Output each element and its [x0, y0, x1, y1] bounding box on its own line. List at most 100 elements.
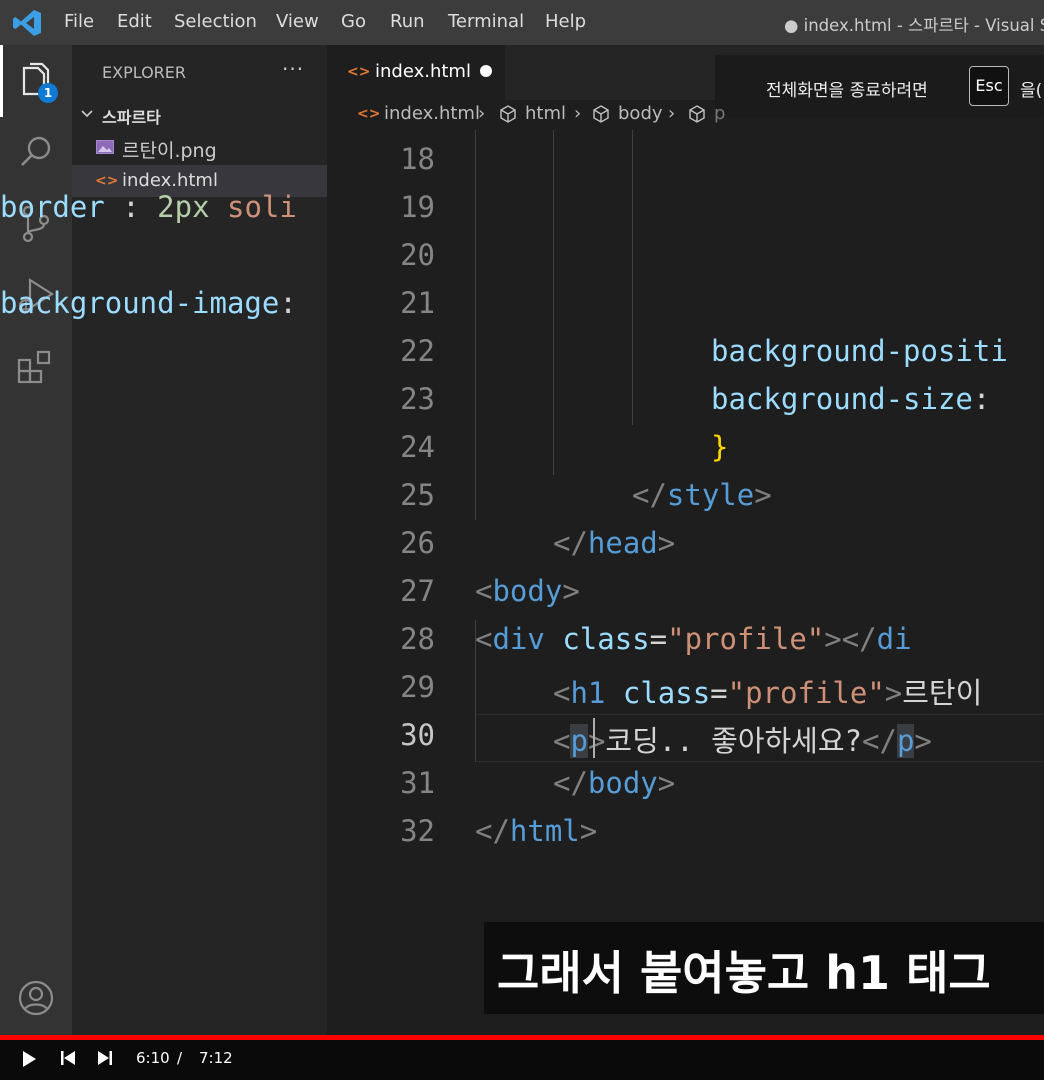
- code-line[interactable]: </head>: [553, 526, 675, 560]
- more-actions-icon[interactable]: ···: [282, 57, 304, 81]
- code-token: :: [972, 382, 1008, 416]
- code-line[interactable]: <h1 class="profile">르탄이: [553, 670, 982, 712]
- explorer-title: EXPLORER: [102, 63, 186, 82]
- unsaved-dot-icon[interactable]: [480, 65, 492, 77]
- next-icon[interactable]: [96, 1050, 114, 1066]
- code-token: di: [876, 622, 912, 656]
- code-token: body: [587, 766, 658, 800]
- html-file-icon: <>: [95, 173, 119, 189]
- total-time: 7:12: [199, 1049, 233, 1067]
- code-line[interactable]: </html>: [475, 814, 597, 848]
- code-token: background-positi: [711, 334, 1008, 368]
- code-token: 2px: [157, 190, 210, 224]
- line-number: 21: [400, 286, 435, 320]
- fullscreen-notice-text: 전체화면을 종료하려면: [766, 81, 928, 101]
- menu-run[interactable]: Run: [390, 11, 425, 32]
- line-number: 18: [400, 142, 435, 176]
- esc-key-badge: Esc: [969, 66, 1009, 106]
- extensions-icon[interactable]: [14, 346, 58, 390]
- line-number: 22: [400, 334, 435, 368]
- chevron-down-icon[interactable]: [80, 107, 94, 121]
- code-token: <: [553, 724, 571, 758]
- line-number: 32: [400, 814, 435, 848]
- tab-label[interactable]: index.html: [375, 61, 471, 82]
- menu-help[interactable]: Help: [545, 11, 586, 32]
- code-line[interactable]: <div class="profile"></di: [475, 622, 912, 656]
- symbol-element-icon: [689, 105, 705, 123]
- code-token: background-size: [711, 382, 973, 416]
- code-line[interactable]: }: [711, 430, 728, 464]
- current-time: 6:10: [136, 1049, 170, 1067]
- code-line[interactable]: background-size:: [711, 382, 1008, 416]
- menu-view[interactable]: View: [276, 11, 319, 32]
- menu-go[interactable]: Go: [341, 11, 366, 32]
- code-token: background-image: [0, 286, 280, 320]
- play-icon[interactable]: [20, 1050, 38, 1068]
- indent-guide: [475, 130, 476, 520]
- folder-name: 스파르타: [102, 108, 161, 127]
- code-token: class: [562, 622, 650, 656]
- code-token: </: [553, 766, 588, 800]
- code-token: >: [579, 814, 598, 848]
- code-line[interactable]: background-positi: [711, 334, 1008, 368]
- code-line[interactable]: border : 2px soli: [0, 190, 297, 224]
- code-line[interactable]: </body>: [553, 766, 675, 800]
- code-token: border: [0, 190, 105, 224]
- code-token: soli: [209, 190, 297, 224]
- code-token: </: [632, 478, 667, 512]
- code-token: <: [475, 622, 493, 656]
- line-number: 27: [400, 574, 435, 608]
- explorer-badge: 1: [38, 83, 58, 103]
- code-token: <: [553, 676, 571, 710]
- symbol-element-icon: [500, 105, 516, 123]
- code-token: >: [562, 574, 580, 608]
- menu-selection[interactable]: Selection: [174, 11, 257, 32]
- code-token: </: [862, 724, 897, 758]
- menu-terminal[interactable]: Terminal: [448, 11, 524, 32]
- indent-guide: [553, 130, 554, 475]
- html-tab-icon: <>: [347, 64, 371, 80]
- line-number: 19: [400, 190, 435, 224]
- code-token: "profile": [727, 676, 885, 710]
- code-token: >: [914, 724, 932, 758]
- code-token: head: [587, 526, 658, 560]
- code-token: ></: [824, 622, 877, 656]
- code-token: p: [896, 724, 915, 758]
- code-token: 르탄이: [902, 676, 983, 710]
- menu-edit[interactable]: Edit: [117, 11, 152, 32]
- line-number: 23: [400, 382, 435, 416]
- code-token: <: [475, 574, 493, 608]
- breadcrumb-separator: ›: [478, 103, 486, 124]
- code-token: </: [553, 526, 588, 560]
- line-number: 29: [400, 670, 435, 704]
- vscode-logo-icon[interactable]: [12, 9, 42, 37]
- breadcrumb-separator: ›: [574, 103, 582, 124]
- code-token: p: [570, 724, 588, 758]
- line-number: 24: [400, 430, 435, 464]
- code-line[interactable]: <body>: [475, 574, 580, 608]
- code-token: div: [492, 622, 545, 656]
- menu-file[interactable]: File: [64, 11, 94, 32]
- breadcrumb-html[interactable]: html: [525, 103, 566, 124]
- breadcrumb-separator: ›: [668, 103, 676, 124]
- search-icon[interactable]: [14, 130, 58, 174]
- code-token: =: [710, 676, 728, 710]
- code-line[interactable]: background-image:: [0, 286, 297, 320]
- previous-icon[interactable]: [59, 1050, 77, 1066]
- line-number: 25: [400, 478, 435, 512]
- breadcrumb-body[interactable]: body: [618, 103, 663, 124]
- line-number: 30: [400, 718, 435, 752]
- file-name-png: 르탄이.png: [122, 140, 217, 162]
- code-token: style: [666, 478, 755, 512]
- html-file-icon: <>: [357, 106, 381, 122]
- account-icon[interactable]: [14, 976, 58, 1020]
- code-line[interactable]: </style>: [632, 478, 772, 512]
- text-cursor: [593, 718, 595, 758]
- line-number: 26: [400, 526, 435, 560]
- code-line[interactable]: <p>코딩.. 좋아하세요?</p>: [553, 718, 932, 760]
- breadcrumb-p[interactable]: p: [714, 103, 725, 124]
- breadcrumb-file[interactable]: index.html: [384, 103, 480, 124]
- line-number: 28: [400, 622, 435, 656]
- image-file-icon: [96, 140, 114, 154]
